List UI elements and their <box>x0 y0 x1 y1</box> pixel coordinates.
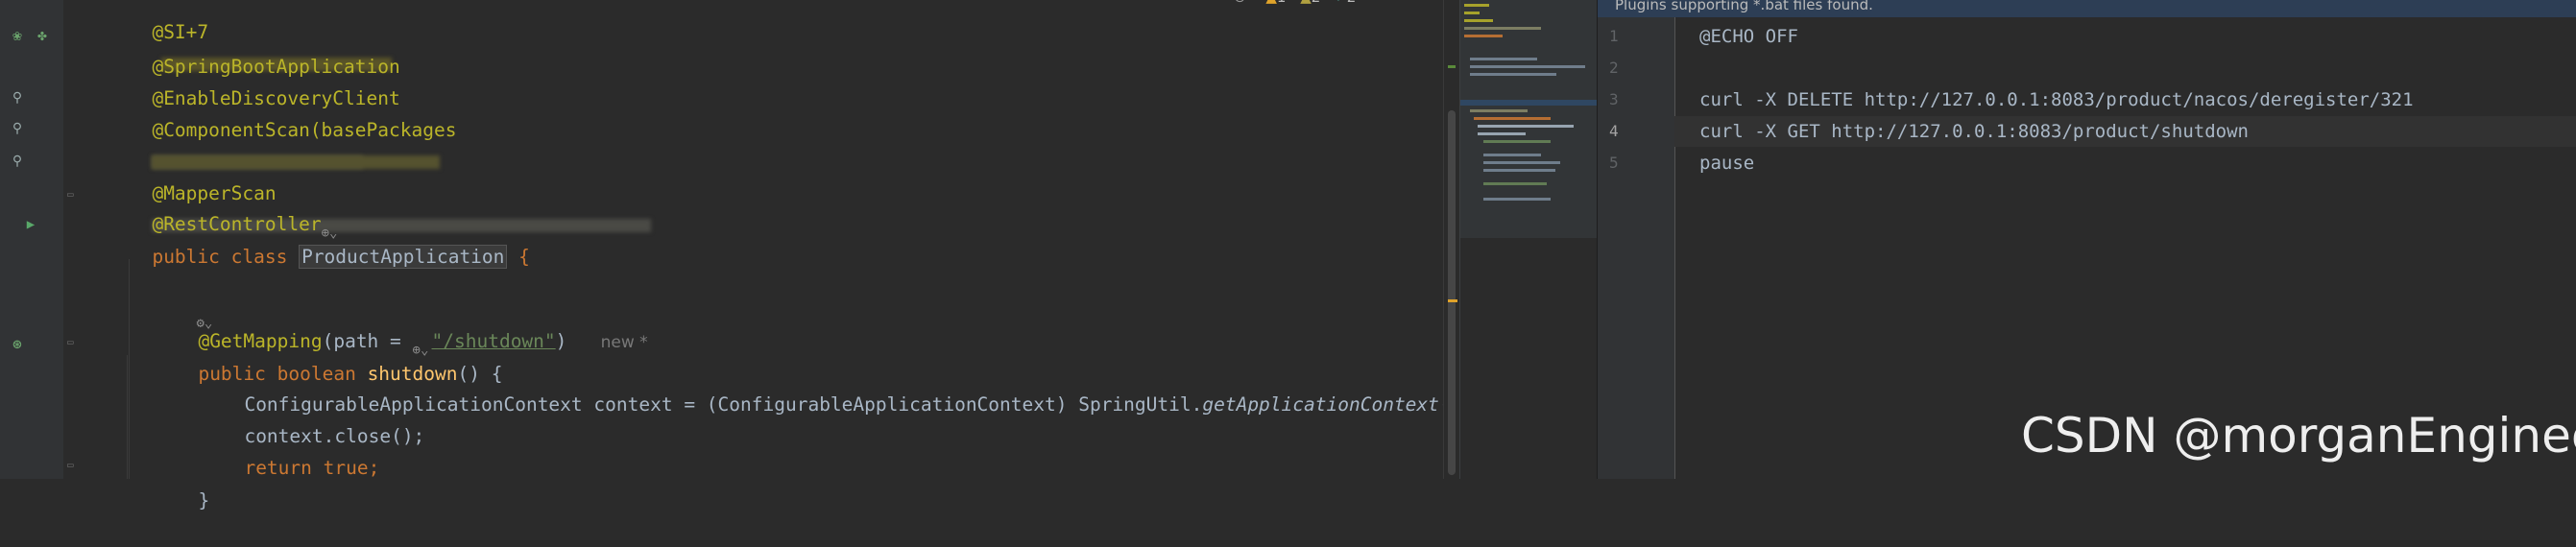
minimap-line <box>1470 58 1537 60</box>
bat-line-5[interactable]: pause <box>1674 148 2576 178</box>
minimap-line <box>1483 154 1541 156</box>
editor-gutter[interactable]: ❀ ✤ ⚲ ⚲ ⚲ ▶ ⊛ <box>0 0 63 479</box>
keyword-public-class: public class <box>152 246 300 268</box>
line-number: 1 <box>1609 27 1619 45</box>
code-line-2[interactable]: @SpringBootApplication <box>84 21 399 78</box>
semicolon: ; <box>368 457 380 479</box>
run-icon[interactable]: ▶ <box>21 215 40 234</box>
warning-count: 1 <box>1277 0 1287 6</box>
code-line-6[interactable]: @MapperScan <box>84 148 652 232</box>
minimap-line <box>1470 65 1585 68</box>
minimap-line <box>1483 182 1547 185</box>
error-stripe-mark[interactable] <box>1448 299 1457 302</box>
search-scan-icon[interactable]: ⚲ <box>8 152 27 171</box>
line-number: 5 <box>1609 154 1619 172</box>
code-line-1[interactable]: @SI+7 <box>84 0 393 71</box>
warning-icon: ▲ <box>1265 0 1277 6</box>
code-line-8[interactable]: public class ProductApplication { <box>84 211 530 269</box>
code-line-4[interactable]: @ComponentScan(basePackages <box>84 84 456 169</box>
paren-close: ) <box>555 330 567 352</box>
inspection-widget[interactable]: ⊘ ▲1 ▲2 ✓2 <box>1234 0 1356 10</box>
minimap-line <box>1478 132 1526 135</box>
line-number-current: 4 <box>1609 122 1619 140</box>
plugin-banner[interactable]: Plugins supporting *.bat files found. <box>1598 0 2576 17</box>
minimap-line <box>1483 169 1555 172</box>
fold-marker-icon[interactable]: ▭ <box>67 188 79 202</box>
return-statement: return true <box>244 457 369 479</box>
line-number: 2 <box>1609 59 1619 77</box>
minimap-line <box>1464 4 1489 7</box>
bat-line-3[interactable]: curl -X DELETE http://127.0.0.1:8083/pro… <box>1674 84 2576 115</box>
weak-warning-icon: ▲ <box>1300 0 1312 6</box>
search-scan-icon[interactable]: ⚲ <box>8 88 27 107</box>
spring-leaf-icon[interactable]: ✤ <box>33 25 52 44</box>
class-name[interactable]: ProductApplication <box>299 245 508 269</box>
code-line-3[interactable]: @EnableDiscoveryClient <box>84 53 399 109</box>
spring-bean-icon[interactable]: ❀ <box>8 25 27 44</box>
author-hint[interactable]: new * <box>601 333 648 352</box>
eye-icon: ⊘ <box>1234 0 1246 6</box>
plugin-banner-text: Plugins supporting *.bat files found. <box>1615 0 1873 13</box>
typo-count: 2 <box>1347 0 1357 6</box>
weak-warning-count: 2 <box>1312 0 1321 6</box>
code-minimap[interactable] <box>1459 0 1598 479</box>
code-line-7[interactable]: @RestController⊕⌄ <box>84 178 341 241</box>
code-line-14[interactable]: return true; <box>177 422 379 479</box>
minimap-line <box>1478 125 1574 128</box>
minimap-line <box>1464 27 1541 30</box>
csdn-watermark: CSDN @morganEngineer <box>2021 408 2576 464</box>
typo-icon: ✓ <box>1335 0 1347 6</box>
minimap-line <box>1464 35 1503 37</box>
minimap-line <box>1483 161 1560 164</box>
indent-guide <box>127 355 128 479</box>
minimap-line <box>1474 117 1551 120</box>
endpoint-icon[interactable]: ⊛ <box>8 334 27 353</box>
error-stripe-mark[interactable] <box>1448 65 1456 68</box>
scrollbar-thumb[interactable] <box>1448 110 1456 475</box>
minimap-line <box>1483 140 1551 143</box>
code-line-11[interactable]: public boolean shutdown() { <box>131 328 502 385</box>
code-line-12[interactable]: ConfigurableApplicationContext context =… <box>177 359 1473 416</box>
code-line-5[interactable] <box>84 115 441 169</box>
closing-brace: } <box>198 489 210 511</box>
code-line-10[interactable]: @GetMapping(path = ⊕⌄ "/shutdown") new * <box>131 296 647 358</box>
bat-line-1[interactable]: @ECHO OFF <box>1674 21 2576 52</box>
code-area[interactable]: @SI+7 @SpringBootApplication @EnableDisc… <box>84 0 1473 511</box>
minimap-line <box>1483 198 1551 201</box>
java-editor-pane[interactable]: ❀ ✤ ⚲ ⚲ ⚲ ▶ ⊛ ▭ ▭ ▭ @SI+7 @SpringBootApp… <box>0 0 1473 511</box>
line-number: 3 <box>1609 90 1619 108</box>
method-get-application-context: getApplicationContext <box>1202 393 1439 416</box>
line-number-gutter[interactable]: 1 2 3 4 5 <box>1598 17 1675 479</box>
fold-marker-icon[interactable]: ▭ <box>67 459 79 472</box>
minimap-line <box>1470 73 1556 76</box>
minimap-line <box>1464 12 1480 14</box>
fold-marker-icon[interactable]: ▭ <box>67 336 79 349</box>
search-scan-icon[interactable]: ⚲ <box>8 119 27 138</box>
minimap-line <box>1464 19 1493 22</box>
bat-line-4-current[interactable]: curl -X GET http://127.0.0.1:8083/produc… <box>1674 116 2576 147</box>
minimap-line <box>1460 100 1598 106</box>
code-line-13[interactable]: context.close(); <box>177 391 424 447</box>
code-line-15[interactable]: } <box>131 455 209 511</box>
editor-vertical-scrollbar[interactable] <box>1443 0 1460 479</box>
minimap-line <box>1470 109 1528 112</box>
brace: { <box>507 246 530 268</box>
bat-line-2[interactable] <box>1674 53 2576 83</box>
